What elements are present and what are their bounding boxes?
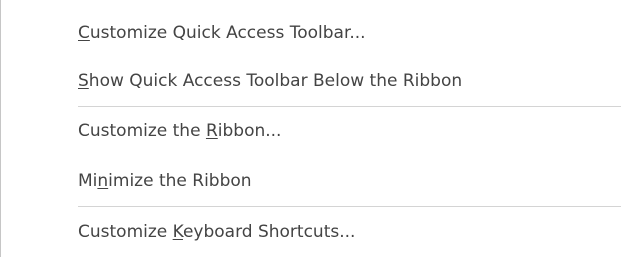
menu-item-customize-quick-access-toolbar[interactable]: Customize Quick Access Toolbar... bbox=[1, 13, 621, 53]
menu-item-label-suffix: ustomize Quick Access Toolbar... bbox=[89, 23, 366, 43]
menu-item-accelerator-key: S bbox=[78, 71, 89, 91]
menu-item-customize-the-ribbon[interactable]: Customize the Ribbon... bbox=[1, 111, 621, 151]
menu-item-accelerator-key: R bbox=[205, 121, 218, 141]
menu-item-accelerator-key: C bbox=[78, 23, 90, 43]
menu-item-label-suffix: imize the Ribbon bbox=[108, 171, 252, 191]
context-menu: Customize Quick Access Toolbar... Show Q… bbox=[0, 0, 621, 257]
menu-item-accelerator-key: K bbox=[172, 222, 183, 242]
menu-item-label-prefix: Customize the bbox=[78, 121, 206, 141]
menu-separator bbox=[78, 106, 621, 107]
menu-item-label-suffix: how Quick Access Toolbar Below the Ribbo… bbox=[88, 71, 463, 91]
menu-item-accelerator-key: n bbox=[97, 171, 109, 191]
menu-item-label-suffix: ibbon... bbox=[217, 121, 282, 141]
menu-item-show-quick-access-toolbar-below-ribbon[interactable]: Show Quick Access Toolbar Below the Ribb… bbox=[1, 61, 621, 101]
menu-item-label-prefix: Customize bbox=[78, 222, 173, 242]
menu-separator bbox=[78, 206, 621, 207]
menu-item-label-prefix: Mi bbox=[78, 171, 98, 191]
menu-item-minimize-the-ribbon[interactable]: Minimize the Ribbon bbox=[1, 161, 621, 201]
menu-item-label-suffix: eyboard Shortcuts... bbox=[182, 222, 356, 242]
menu-item-customize-keyboard-shortcuts[interactable]: Customize Keyboard Shortcuts... bbox=[1, 212, 621, 252]
